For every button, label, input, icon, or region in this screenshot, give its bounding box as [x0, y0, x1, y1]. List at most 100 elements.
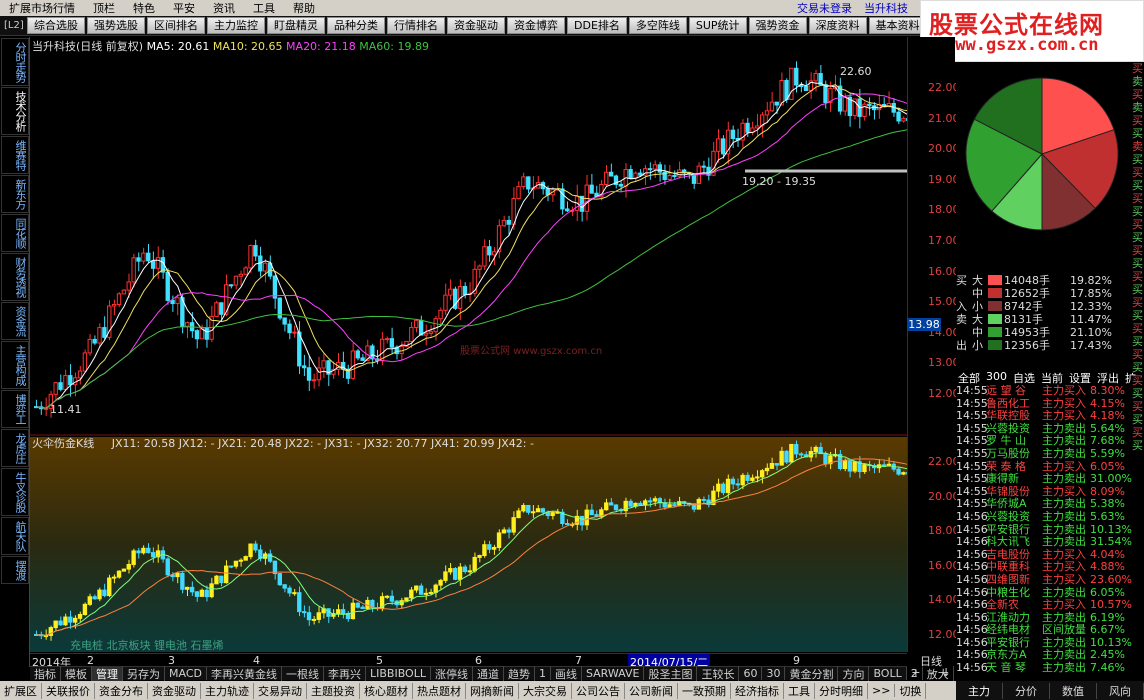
right-side-tab-23[interactable]: 买 — [1131, 348, 1144, 361]
indicator-2[interactable]: 模板 — [61, 665, 92, 682]
ext-tab-3[interactable]: 资金分布 — [95, 682, 148, 699]
ext-tab-16[interactable]: 工具 — [784, 682, 815, 699]
right-side-tab-19[interactable]: 买 — [1131, 296, 1144, 309]
ext-tab-15[interactable]: 经济指标 — [731, 682, 784, 699]
toolbar-btn-1[interactable]: 综合选股 — [27, 17, 85, 34]
left-tab-2[interactable]: 技术分析 — [1, 87, 29, 135]
ext-tab-10[interactable]: 网摘新闻 — [466, 682, 519, 699]
indicator-1[interactable]: 指标 — [30, 665, 61, 682]
indicator-3[interactable]: 管理 — [92, 665, 123, 682]
ext-tab-9[interactable]: 热点题材 — [413, 682, 466, 699]
left-tab-11[interactable]: 牛叉诊股 — [1, 468, 29, 516]
right-side-tab-7[interactable]: 卖 — [1131, 140, 1144, 153]
right-side-tab-13[interactable]: 买 — [1131, 218, 1144, 231]
login-status[interactable]: 交易未登录 — [791, 0, 858, 16]
indicator-9[interactable]: LIBBIBOLL — [366, 667, 431, 680]
menu-item-market[interactable]: 扩展市场行情 — [0, 0, 84, 16]
ext-tab-18[interactable]: >> — [868, 684, 896, 697]
indicator-13[interactable]: 1 — [535, 667, 551, 680]
toolbar-btn-8[interactable]: 资金驱动 — [447, 17, 505, 34]
indicator-5[interactable]: MACD — [165, 667, 207, 680]
tick-row[interactable]: 14:55 万马股份 主力卖出 5.59% — [956, 447, 1132, 461]
ext-tab-8[interactable]: 核心题材 — [360, 682, 413, 699]
left-tab-9[interactable]: 博弈工 — [1, 390, 29, 428]
indicator-22[interactable]: BOLL — [869, 667, 907, 680]
left-tab-13[interactable]: 摆渡 — [1, 556, 29, 584]
left-tab-6[interactable]: 财务透视 — [1, 253, 29, 301]
right-side-tab-18[interactable]: 买 — [1131, 283, 1144, 296]
toolbar-btn-12[interactable]: SUP统计 — [688, 17, 747, 34]
indicator-19[interactable]: 30 — [762, 667, 786, 680]
right-side-tab-26[interactable]: 买 — [1131, 387, 1144, 400]
list-header-3[interactable]: 自选 — [1013, 370, 1035, 385]
menu-item-help[interactable]: 帮助 — [284, 0, 324, 16]
indicator-7[interactable]: 一根线 — [282, 665, 324, 682]
tick-row[interactable]: 14:56 四维图新 主力买入 23.60% — [956, 573, 1132, 587]
tick-row[interactable]: 14:55 远 望 谷 主力买入 8.30% — [956, 384, 1132, 398]
scroll-down-button[interactable]: ↓ — [941, 666, 950, 680]
indicator-21[interactable]: 方向 — [838, 665, 870, 682]
list-header-7[interactable]: 扩 — [1125, 370, 1136, 385]
right-side-tab-21[interactable]: 买 — [1131, 322, 1144, 335]
ext-tab-1[interactable]: 扩展区 — [0, 682, 42, 699]
right-tab-1[interactable]: 主力 — [956, 682, 1003, 699]
list-header-2[interactable]: 300 — [986, 370, 1007, 384]
right-side-tab-4[interactable]: 卖 — [1131, 101, 1144, 114]
right-side-tab-9[interactable]: 买 — [1131, 166, 1144, 179]
right-side-tab-3[interactable]: 买 — [1131, 88, 1144, 101]
menu-item-tools[interactable]: 工具 — [244, 0, 284, 16]
list-header-1[interactable]: 全部 — [958, 370, 980, 385]
toolbar-btn-14[interactable]: 深度资料 — [808, 17, 867, 34]
right-side-tab-29[interactable]: 买 — [1131, 426, 1144, 439]
menu-item-news[interactable]: 资讯 — [204, 0, 244, 16]
ext-tab-19[interactable]: 切换 — [895, 682, 927, 699]
zoom-out-button[interactable]: - — [929, 666, 933, 680]
indicator-4[interactable]: 另存为 — [123, 665, 165, 682]
right-side-tab-20[interactable]: 买 — [1131, 309, 1144, 322]
period-label[interactable]: 日线 — [907, 653, 955, 668]
toolbar-btn-7[interactable]: 行情排名 — [387, 17, 445, 34]
left-tab-1[interactable]: 分时走势 — [1, 38, 29, 86]
indicator-17[interactable]: 王较长 — [697, 665, 740, 682]
right-tab-2[interactable]: 分价 — [1003, 682, 1050, 699]
indicator-8[interactable]: 李再兴 — [324, 665, 366, 682]
ext-tab-4[interactable]: 资金驱动 — [148, 682, 201, 699]
right-side-tab-15[interactable]: 买 — [1131, 244, 1144, 257]
indicator-15[interactable]: SARWAVE — [582, 667, 645, 680]
list-header-4[interactable]: 当前 — [1041, 370, 1063, 385]
right-tab-3[interactable]: 数值 — [1050, 682, 1097, 699]
indicator-18[interactable]: 60 — [739, 667, 763, 680]
chart-area[interactable]: 当升科技(日线 前复权) MA5: 20.61 MA10: 20.65 MA20… — [30, 37, 907, 652]
ext-tab-6[interactable]: 交易异动 — [254, 682, 307, 699]
right-side-tab-28[interactable]: 买 — [1131, 413, 1144, 426]
left-tab-3[interactable]: 维赛特 — [1, 136, 29, 174]
toolbar-btn-4[interactable]: 主力监控 — [207, 17, 265, 34]
right-side-tab-12[interactable]: 买 — [1131, 205, 1144, 218]
toolbar-btn-11[interactable]: 多空阵线 — [628, 17, 687, 34]
indicator-6[interactable]: 李再兴黄金线 — [207, 665, 282, 682]
menu-item-feature[interactable]: 特色 — [124, 0, 164, 16]
tick-row[interactable]: 14:56 科大讯飞 主力卖出 31.54% — [956, 536, 1132, 549]
left-tab-10[interactable]: 龙虎庄 — [1, 429, 29, 467]
ext-tab-14[interactable]: 一致预期 — [678, 682, 731, 699]
right-tab-4[interactable]: 风向 — [1097, 682, 1144, 699]
right-side-tab-27[interactable]: 买 — [1131, 400, 1144, 413]
toolbar-btn-13[interactable]: 强势资金 — [748, 17, 807, 34]
right-side-tab-11[interactable]: 买 — [1131, 192, 1144, 205]
tick-row[interactable]: 14:56 全新农 主力买入 10.57% — [956, 598, 1132, 612]
tick-row[interactable]: 14:56 天 音 琴 主力卖出 7.46% — [956, 661, 1132, 675]
toolbar-btn-9[interactable]: 资金博弈 — [507, 17, 565, 34]
indicator-10[interactable]: 涨停线 — [431, 665, 473, 682]
right-side-tab-2[interactable]: 卖 — [1131, 75, 1144, 88]
indicator-11[interactable]: 通道 — [473, 665, 504, 682]
ext-tab-5[interactable]: 主力轨迹 — [201, 682, 254, 699]
right-side-tab-16[interactable]: 买 — [1131, 257, 1144, 270]
indicator-12[interactable]: 趋势 — [504, 665, 535, 682]
toolbar-btn-3[interactable]: 区间排名 — [147, 17, 205, 34]
toolbar-btn-6[interactable]: 品种分类 — [327, 17, 385, 34]
list-header-6[interactable]: 浮出 — [1097, 370, 1119, 385]
tick-row[interactable]: 14:56 兴蓉投资 主力卖出 5.63% — [956, 510, 1132, 524]
left-tab-8[interactable]: 主营构成 — [1, 341, 29, 389]
right-side-tab-5[interactable]: 买 — [1131, 114, 1144, 127]
right-side-tab-1[interactable]: 买 — [1131, 62, 1144, 75]
